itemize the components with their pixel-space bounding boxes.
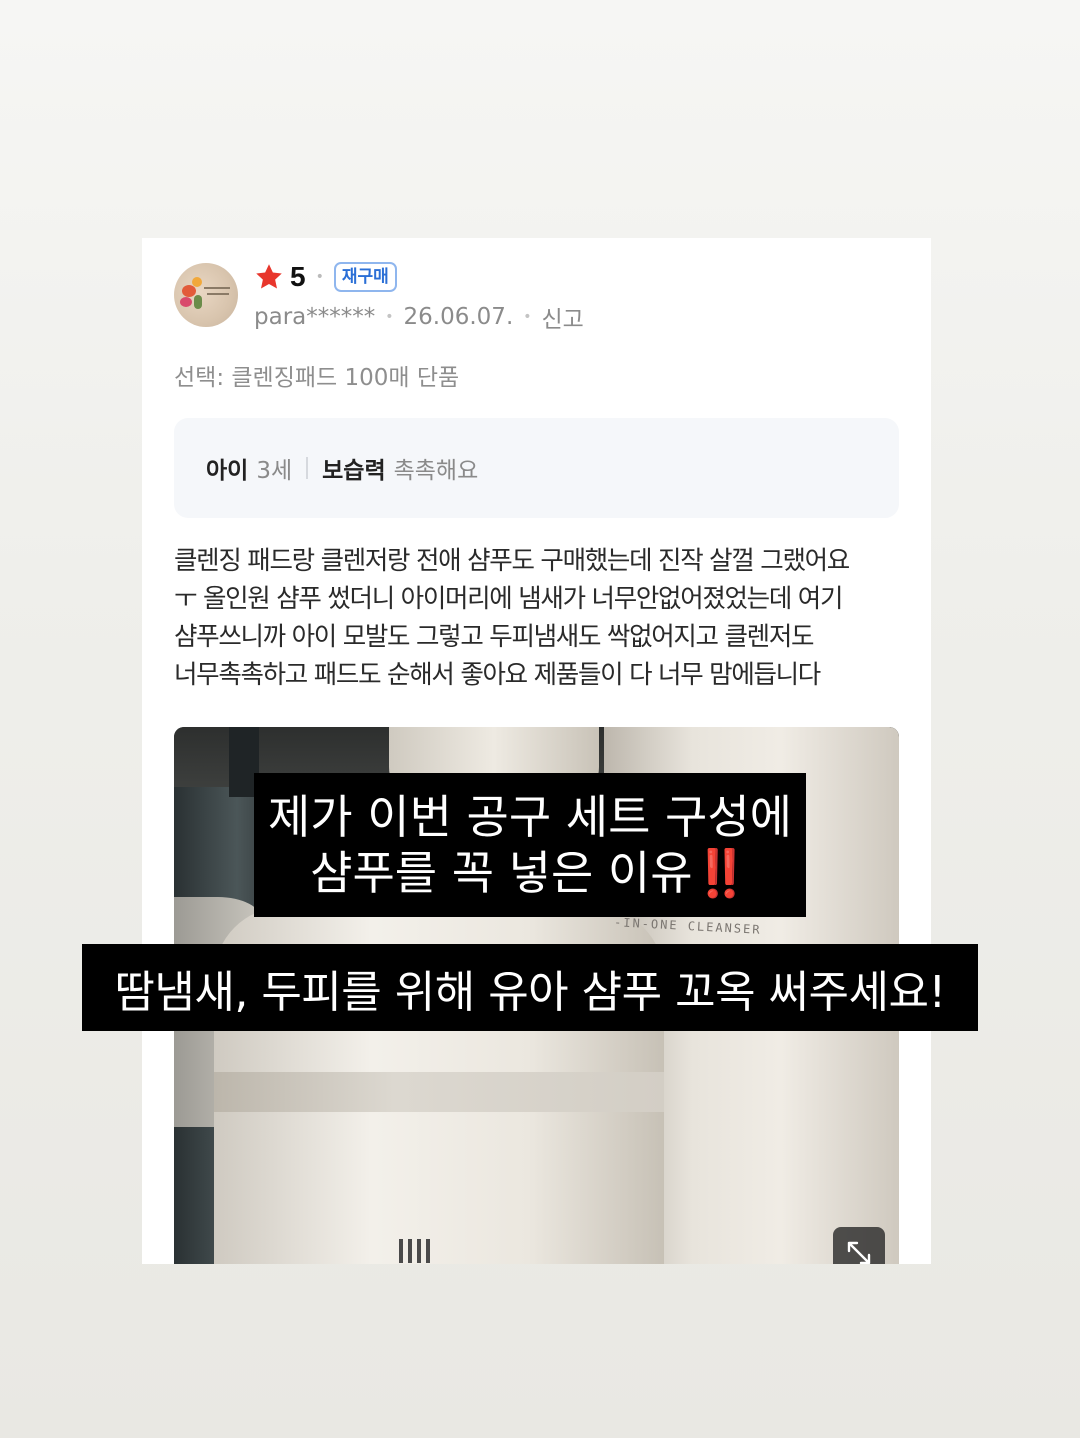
jar-logo (399, 1239, 439, 1263)
rating-value: 5 (290, 261, 306, 292)
rating-row: 5 • 재구매 (254, 260, 397, 294)
caption-line-text: 샴푸를 꼭 넣은 이유 (310, 846, 693, 900)
caption-box-bottom: 땀냄새, 두피를 위해 유아 샴푸 꼬옥 써주세요! (82, 944, 978, 1031)
star-icon (256, 264, 282, 289)
expand-button[interactable] (833, 1227, 885, 1264)
report-link[interactable]: 신고 (542, 300, 584, 334)
username: para****** (254, 304, 376, 330)
repurchase-badge: 재구매 (333, 262, 397, 292)
selected-option: 선택: 클렌징패드 100매 단품 (174, 365, 460, 391)
separator-dot: • (523, 309, 532, 325)
review-date: 26.06.07. (403, 304, 514, 330)
review-meta: para****** • 26.06.07. • 신고 (254, 300, 584, 334)
attribute-value: 3세 (256, 458, 293, 484)
double-exclamation-icon: ‼️ (692, 846, 750, 900)
caption-box-top: 제가 이번 공구 세트 구성에 샴푸를 꼭 넣은 이유‼️ (254, 773, 806, 917)
separator-dot: • (315, 269, 324, 285)
caption-line: 샴푸를 꼭 넣은 이유‼️ (254, 845, 806, 901)
expand-icon (847, 1241, 871, 1264)
attribute-key: 아이 (206, 458, 249, 484)
caption-line: 제가 이번 공구 세트 구성에 (267, 790, 792, 844)
avatar[interactable] (174, 263, 238, 327)
divider (306, 457, 309, 479)
review-card: 5 • 재구매 para****** • 26.06.07. • 신고 선택: … (142, 238, 931, 1264)
review-text: 클렌징 패드랑 클렌저랑 전애 샴푸도 구매했는데 진작 살껄 그랬어요 ㅜ 올… (174, 546, 850, 690)
review-attributes: 아이 3세 보습력 촉촉해요 (174, 418, 899, 518)
separator-dot: • (385, 309, 394, 325)
attribute-value: 촉촉해요 (393, 458, 479, 484)
attribute-key: 보습력 (322, 458, 386, 484)
